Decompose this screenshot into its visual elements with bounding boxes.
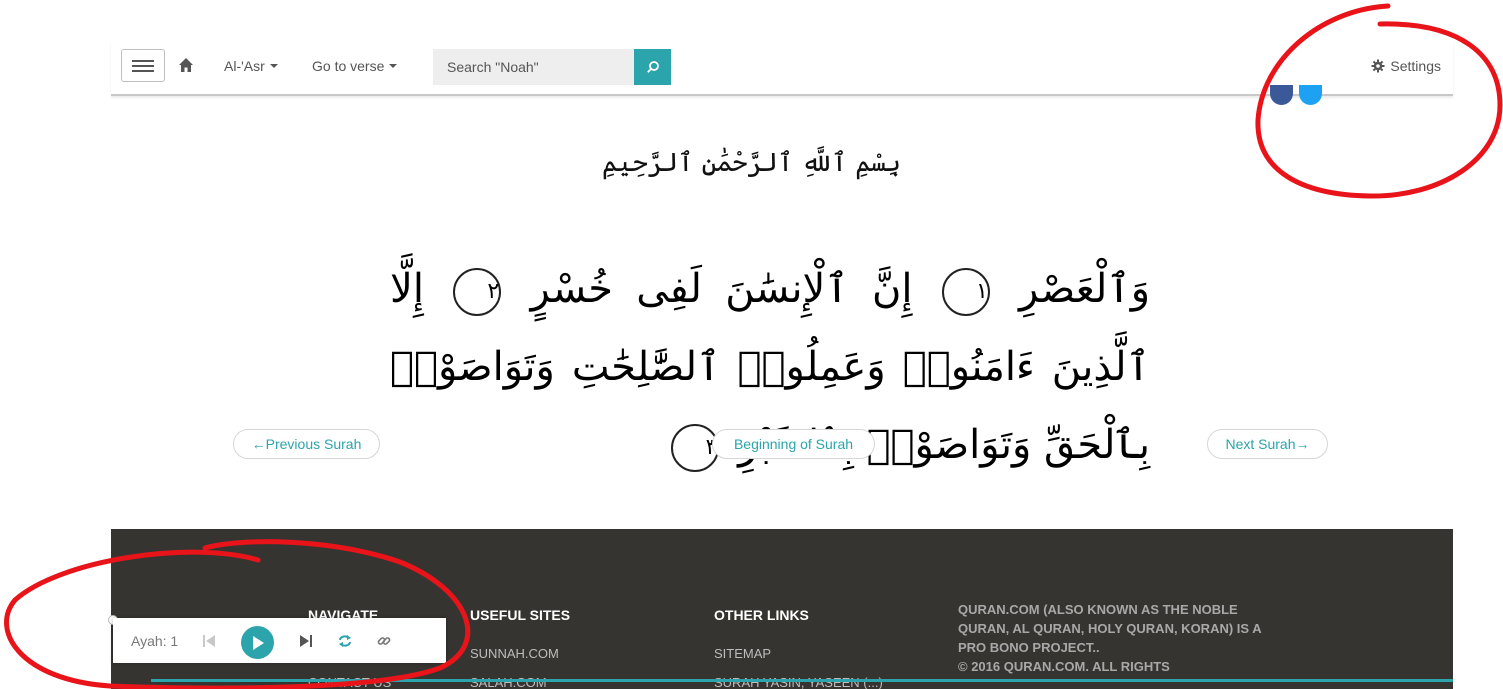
surah-dropdown[interactable]: Al-'Asr bbox=[224, 58, 278, 74]
ayah-number-marker[interactable]: ١ bbox=[941, 268, 990, 316]
repeat-button[interactable] bbox=[337, 633, 353, 649]
go-to-verse-label: Go to verse bbox=[312, 58, 385, 74]
gear-icon bbox=[1371, 59, 1385, 73]
link-button[interactable] bbox=[376, 633, 392, 649]
search-button[interactable] bbox=[634, 49, 671, 85]
footer: NAVIGATE CONTACT US USEFUL SITES SUNNAH.… bbox=[111, 529, 1453, 689]
footer-link-sitemap[interactable]: SITEMAP bbox=[714, 646, 771, 661]
footer-link-contact[interactable]: CONTACT US bbox=[308, 675, 391, 689]
verse-text[interactable]: إِنَّ ٱلْإِنسَٰنَ لَفِى خُسْرٍ bbox=[530, 266, 912, 312]
menu-toggle-button[interactable] bbox=[121, 49, 165, 82]
settings-button[interactable]: Settings bbox=[1371, 58, 1441, 74]
link-icon bbox=[377, 637, 391, 645]
search-input[interactable] bbox=[433, 49, 635, 85]
repeat-icon bbox=[339, 635, 351, 647]
audio-player: Ayah: 1 bbox=[113, 618, 446, 663]
previous-ayah-button[interactable] bbox=[201, 633, 217, 649]
about-description: QURAN.COM (ALSO KNOWN AS THE NOBLE QURAN… bbox=[958, 602, 1262, 655]
footer-heading-other-links: OTHER LINKS bbox=[714, 607, 809, 623]
hamburger-line bbox=[132, 65, 154, 67]
chevron-down-icon bbox=[389, 64, 398, 68]
facebook-share-icon[interactable] bbox=[1270, 85, 1293, 105]
verse-text[interactable]: وَٱلْعَصْرِ bbox=[1019, 266, 1150, 312]
surah-dropdown-label: Al-'Asr bbox=[224, 58, 265, 74]
current-ayah-label: Ayah: 1 bbox=[131, 633, 179, 649]
previous-surah-button[interactable]: ←Previous Surah bbox=[233, 429, 380, 459]
copyright-text: © 2016 QURAN.COM. ALL RIGHTS bbox=[958, 659, 1170, 674]
top-navbar: Al-'Asr Go to verse Settings bbox=[111, 40, 1453, 96]
search-icon bbox=[646, 61, 659, 73]
footer-link-surah-yasin[interactable]: SURAH YASIN, YASEEN (...) bbox=[714, 675, 883, 689]
go-to-verse-dropdown[interactable]: Go to verse bbox=[312, 58, 398, 74]
skip-next-icon bbox=[300, 635, 312, 647]
chevron-down-icon bbox=[269, 64, 278, 68]
settings-label: Settings bbox=[1390, 58, 1441, 74]
footer-link-salah[interactable]: SALAH.COM bbox=[470, 675, 547, 689]
play-icon bbox=[252, 635, 264, 650]
skip-previous-icon bbox=[203, 635, 215, 647]
hamburger-line bbox=[132, 70, 154, 72]
footer-link-sunnah[interactable]: SUNNAH.COM bbox=[470, 646, 559, 661]
footer-accent-bar bbox=[151, 679, 1453, 682]
next-ayah-button[interactable] bbox=[298, 633, 314, 649]
bismillah: بِسْمِ ٱللَّهِ ٱلرَّحْمَٰنِ ٱلرَّحِيمِ bbox=[601, 148, 901, 178]
ayah-number-marker[interactable]: ٢ bbox=[453, 268, 502, 316]
twitter-share-icon[interactable] bbox=[1299, 85, 1322, 105]
home-icon[interactable] bbox=[178, 57, 194, 73]
footer-heading-useful-sites: USEFUL SITES bbox=[470, 607, 571, 623]
next-surah-button[interactable]: Next Surah→ bbox=[1207, 429, 1328, 459]
footer-about-text: QURAN.COM (ALSO KNOWN AS THE NOBLE QURAN… bbox=[958, 600, 1268, 676]
play-button[interactable] bbox=[241, 626, 274, 659]
beginning-of-surah-button[interactable]: Beginning of Surah bbox=[712, 429, 875, 459]
hamburger-line bbox=[132, 60, 154, 62]
